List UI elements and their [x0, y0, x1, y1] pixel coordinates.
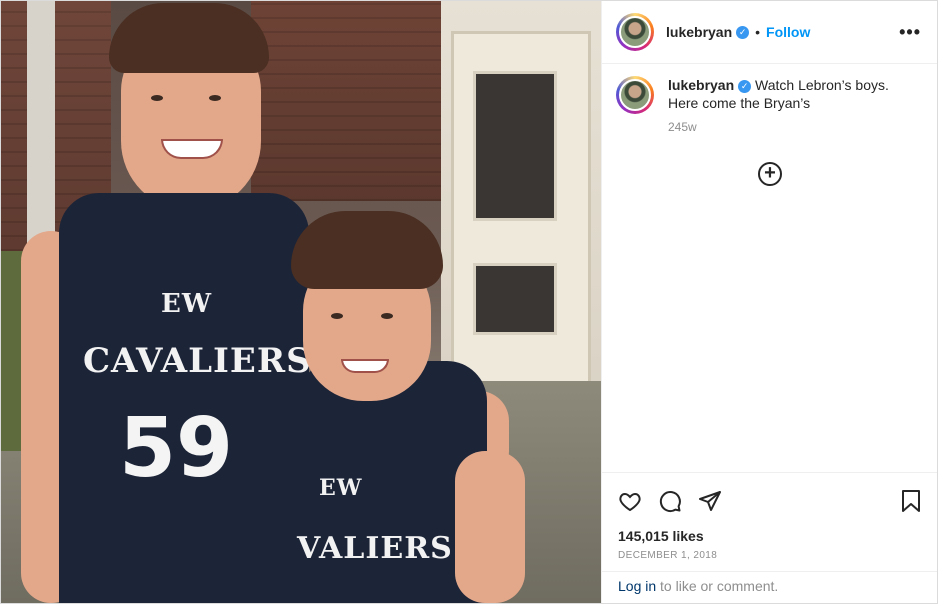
post-photo[interactable]: EW CAVALIERS 59 EW VALIERS — [1, 1, 601, 603]
login-link[interactable]: Log in — [618, 578, 656, 594]
caption-avatar[interactable] — [619, 79, 651, 111]
avatar[interactable] — [619, 16, 651, 48]
likes-count[interactable]: 145,015 likes — [602, 528, 937, 548]
more-options-icon[interactable]: ••• — [899, 22, 921, 43]
story-ring[interactable] — [616, 13, 654, 51]
bookmark-icon[interactable] — [897, 487, 925, 515]
older-boy-jersey — [59, 193, 309, 603]
heart-icon[interactable] — [616, 487, 644, 515]
older-boy-left-eye — [151, 95, 163, 101]
jersey-number: 59 — [118, 401, 234, 496]
comments-section: lukebryan ✓ Watch Lebron’s boys. Here com… — [602, 64, 937, 472]
younger-boy-right-eye — [381, 313, 393, 319]
post-header: lukebryan ✓ • Follow ••• — [602, 1, 937, 64]
caption-verified-badge-icon: ✓ — [738, 79, 752, 93]
caption-timestamp[interactable]: 245w — [668, 120, 921, 134]
caption: lukebryan ✓ Watch Lebron’s boys. Here com… — [668, 76, 908, 114]
jersey-team-name: CAVALIERS — [83, 341, 312, 381]
jersey-logo: EW — [161, 289, 213, 319]
younger-boy-smile — [341, 359, 389, 373]
load-more-comments-icon[interactable]: + — [758, 162, 782, 186]
background-brick — [251, 1, 451, 201]
instagram-post: EW CAVALIERS 59 EW VALIERS lukebryan ✓ •… — [0, 0, 938, 604]
older-boy-hair — [109, 3, 269, 73]
caption-story-ring[interactable] — [616, 76, 654, 114]
door-window-top — [473, 71, 557, 221]
door-window-bottom — [473, 263, 557, 335]
follow-button[interactable]: Follow — [766, 24, 810, 40]
background-pillar — [27, 1, 55, 261]
separator-dot: • — [755, 24, 761, 40]
jersey-team-name-small: VALIERS — [297, 531, 453, 566]
younger-boy-arm — [455, 451, 525, 603]
caption-username[interactable]: lukebryan — [668, 77, 734, 93]
login-prompt-text: to like or comment. — [656, 578, 779, 594]
action-bar — [602, 472, 937, 528]
header-username[interactable]: lukebryan — [666, 24, 732, 40]
post-date[interactable]: DECEMBER 1, 2018 — [602, 548, 937, 571]
jersey-logo-small: EW — [319, 475, 363, 501]
login-prompt: Log in to like or comment. — [602, 571, 937, 603]
comment-icon[interactable] — [656, 487, 684, 515]
share-icon[interactable] — [696, 487, 724, 515]
post-sidebar: lukebryan ✓ • Follow ••• lukebryan ✓ Watc… — [601, 1, 937, 603]
younger-boy-left-eye — [331, 313, 343, 319]
older-boy-right-eye — [209, 95, 221, 101]
younger-boy-hair — [291, 211, 443, 289]
verified-badge-icon: ✓ — [736, 25, 750, 39]
caption-row: lukebryan ✓ Watch Lebron’s boys. Here com… — [616, 76, 921, 114]
